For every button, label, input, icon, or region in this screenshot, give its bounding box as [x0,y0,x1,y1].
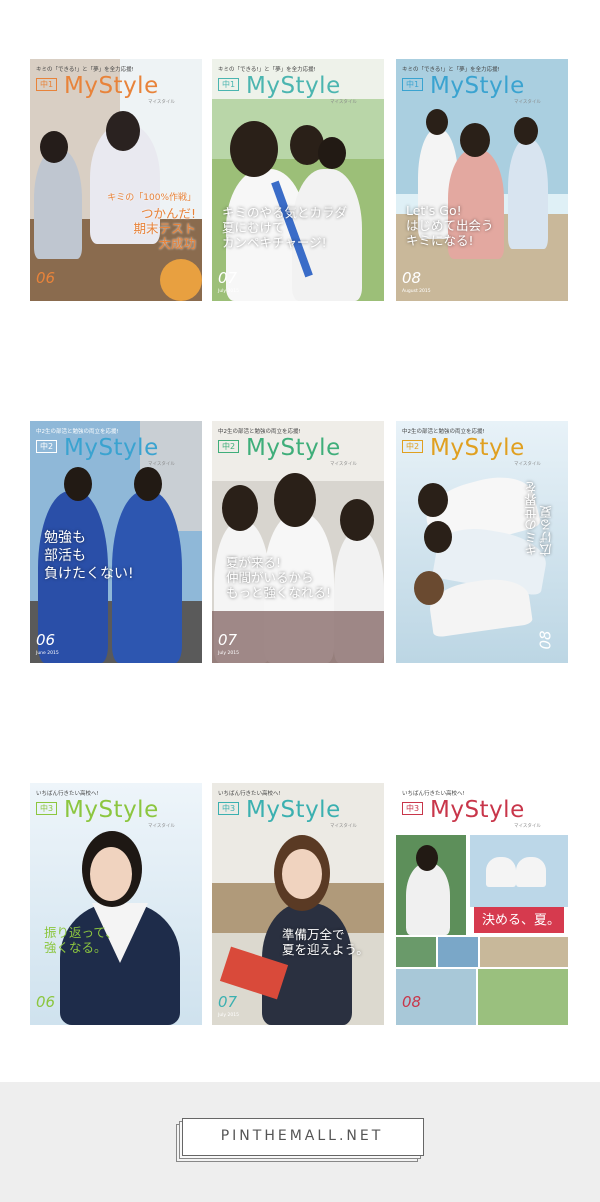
cover-tagline: キミの「できる!」と「夢」を全力応援! [218,67,316,73]
issue-number: 08 [402,993,422,1011]
brand-subtitle: マイスタイル [330,824,357,829]
issue-number: 07 [218,269,238,287]
cover-headline: Let's Go! はじめて出会う キミになる! [406,203,494,248]
grade-badge: 中2 [218,440,240,453]
magazine-cover-1-06[interactable]: キミの「できる!」と「夢」を全力応援! 中1 MyStyle マイスタイル キミ… [30,59,202,301]
cover-tagline: いちばん行きたい高校へ! [402,791,465,797]
issue-month: August 2015 [402,289,431,294]
cover-headline: 準備万全で 夏を迎えよう。 [282,927,369,957]
magazine-cover-2-08[interactable]: 中2生の部活と勉強の両立を応援! 中2 MyStyle マイスタイル キミの世界… [396,421,568,663]
cover-headline: 勉強も 部活も 負けたくない! [44,530,134,582]
cover-tagline: 中2生の部活と勉強の両立を応援! [402,429,485,435]
cover-headline: 振り返って、 強くなる。 [44,925,118,955]
magazine-cover-2-06[interactable]: 中2生の部活と勉強の両立を応援! 中2 MyStyle マイスタイル 勉強も 部… [30,421,202,663]
brand-subtitle: マイスタイル [148,824,175,829]
brand-title: MyStyle [430,435,525,461]
brand-title: MyStyle [64,73,159,99]
site-logo[interactable]: PINTHEMALL.NET [182,1118,422,1154]
magazine-cover-1-07[interactable]: キミの「できる!」と「夢」を全力応援! 中1 MyStyle マイスタイル キミ… [212,59,384,301]
issue-number: 08 [536,630,555,650]
grade-badge: 中2 [36,440,58,453]
brand-title: MyStyle [64,797,159,823]
issue-month: July 2015 [218,651,239,656]
magazine-cover-1-08[interactable]: キミの「できる!」と「夢」を全力応援! 中1 MyStyle マイスタイル Le… [396,59,568,301]
issue-number: 06 [36,993,56,1011]
grade-badge: 中1 [218,78,240,91]
brand-title: MyStyle [246,797,341,823]
grade-badge: 中3 [218,802,240,815]
grade-badge: 中1 [36,78,58,91]
issue-number: 06 [36,631,56,649]
issue-number: 07 [218,631,238,649]
cover-tagline: いちばん行きたい高校へ! [218,791,281,797]
brand-subtitle: マイスタイル [330,100,357,105]
issue-number: 06 [36,269,56,287]
cover-headline: キミの世界を 広げる夏 [524,481,554,556]
brand-subtitle: マイスタイル [514,100,541,105]
issue-month: July 2015 [218,1013,239,1018]
magazine-cover-3-06[interactable]: いちばん行きたい高校へ! 中3 MyStyle マイスタイル 振り返って、 強く… [30,783,202,1025]
grade-badge: 中1 [402,78,424,91]
grade-badge: 中3 [36,802,58,815]
issue-number: 07 [218,993,238,1011]
brand-title: MyStyle [430,797,525,823]
issue-month: July 2015 [218,289,239,294]
magazine-cover-3-07[interactable]: いちばん行きたい高校へ! 中3 MyStyle マイスタイル 準備万全で 夏を迎… [212,783,384,1025]
cover-tagline: いちばん行きたい高校へ! [36,791,99,797]
issue-month: June 2015 [36,651,59,656]
grade-badge: 中2 [402,440,424,453]
brand-title: MyStyle [64,435,159,461]
cover-headline: キミのやる気とカラダ 夏にむけて カンペキチャージ! [222,205,348,250]
cover-tagline: キミの「できる!」と「夢」を全力応援! [36,67,134,73]
brand-title: MyStyle [246,435,341,461]
brand-subtitle: マイスタイル [148,100,175,105]
issue-number: 08 [402,269,422,287]
brand-subtitle: マイスタイル [148,462,175,467]
cover-headline: 夏が来る! 仲間がいるから もっと強くなれる! [226,555,332,600]
grade-badge: 中3 [402,802,424,815]
cover-tagline: 中2生の部活と勉強の両立を応援! [218,429,301,435]
brand-subtitle: マイスタイル [514,462,541,467]
magazine-cover-3-08[interactable]: いちばん行きたい高校へ! 中3 MyStyle マイスタイル 決める、夏。 08 [396,783,568,1025]
cover-tagline: キミの「できる!」と「夢」を全力応援! [402,67,500,73]
brand-title: MyStyle [430,73,525,99]
cover-tagline: 中2生の部活と勉強の両立を応援! [36,429,119,435]
brand-subtitle: マイスタイル [514,824,541,829]
brand-subtitle: マイスタイル [330,462,357,467]
cover-headline: キミの「100%作戦」 つかんだ! 期末テスト 大成功 [107,193,196,251]
magazine-cover-2-07[interactable]: 中2生の部活と勉強の両立を応援! 中2 MyStyle マイスタイル 夏が来る!… [212,421,384,663]
brand-title: MyStyle [246,73,341,99]
cover-headline: 決める、夏。 [482,913,561,928]
